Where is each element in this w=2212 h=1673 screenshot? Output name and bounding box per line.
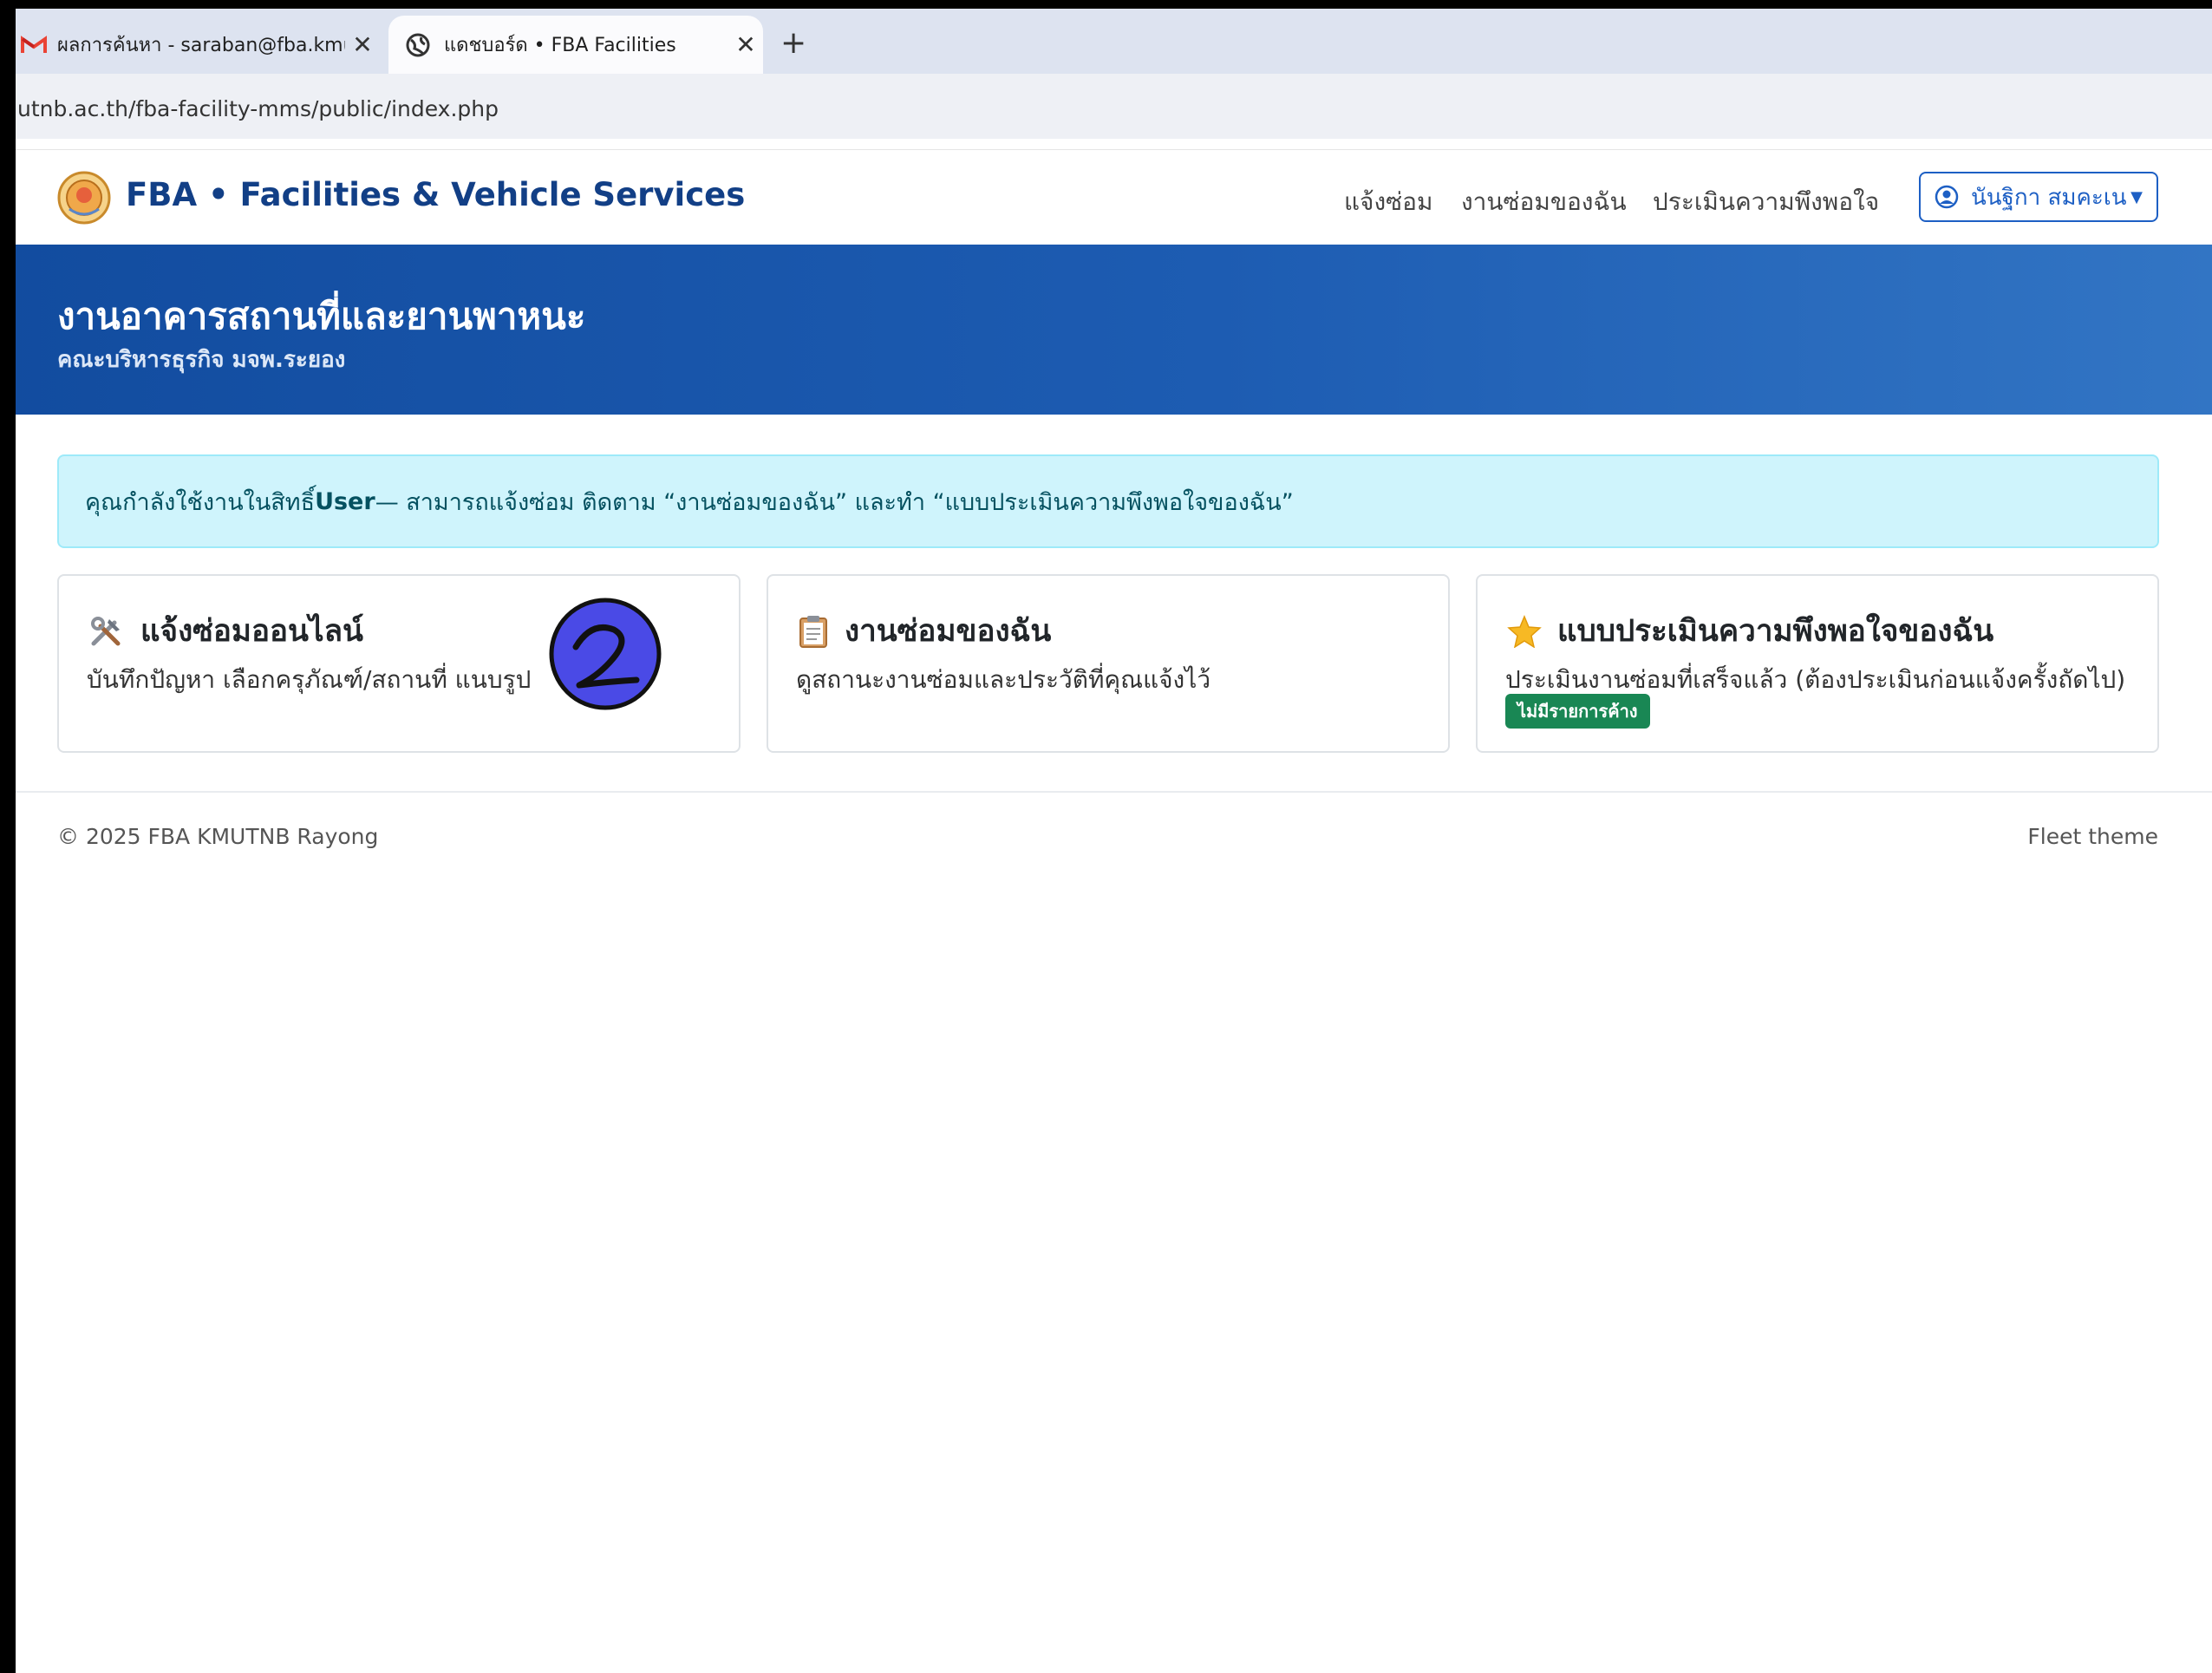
- user-circle-icon: [1935, 185, 1959, 209]
- university-logo-icon: [57, 171, 111, 225]
- card-satisfaction[interactable]: แบบประเมินความพึงพอใจของฉัน ประเมินงานซ่…: [1476, 574, 2159, 753]
- alert-prefix: คุณกำลังใช้งานในสิทธิ์: [85, 488, 316, 516]
- nav-link-report-repair[interactable]: แจ้งซ่อม: [1344, 183, 1432, 221]
- card-my-repairs[interactable]: งานซ่อมของฉัน ดูสถานะงานซ่อมและประวัติที…: [767, 574, 1450, 753]
- close-tab-icon[interactable]: ✕: [345, 30, 380, 59]
- page-subtitle: คณะบริหารธุรกิจ มจพ.ระยอง: [57, 347, 346, 373]
- nav-link-satisfaction[interactable]: ประเมินความพึงพอใจ: [1653, 183, 1879, 221]
- site-navbar: FBA • Facilities & Vehicle Services แจ้ง…: [0, 149, 2212, 245]
- brand-title[interactable]: FBA • Facilities & Vehicle Services: [126, 176, 745, 213]
- screenshot-frame-top: [0, 0, 2212, 9]
- status-badge: ไม่มีรายการค้าง: [1505, 694, 1650, 729]
- user-menu-button[interactable]: นันฐิกา สมคะเน ▼: [1919, 172, 2158, 222]
- card-description: บันทึกปัญหา เลือกครุภัณฑ์/สถานที่ แนบรูป: [87, 665, 532, 694]
- toolbar-separator: [0, 139, 2212, 149]
- globe-icon: [406, 33, 430, 56]
- browser-tab-dashboard[interactable]: แดชบอร์ด • FBA Facilities ✕: [388, 16, 763, 74]
- new-tab-button[interactable]: +: [780, 28, 806, 59]
- tab-title: ผลการค้นหา - saraban@fba.kmu: [57, 35, 345, 56]
- browser-tab-strip: ผลการค้นหา - saraban@fba.kmu ✕ แดชบอร์ด …: [0, 9, 2212, 74]
- card-title-row: งานซ่อมของฉัน: [798, 607, 1051, 655]
- star-icon: [1507, 614, 1542, 648]
- tools-icon: [91, 616, 121, 645]
- clipboard-icon: [799, 615, 827, 648]
- address-bar[interactable]: utnb.ac.th/fba-facility-mms/public/index…: [0, 74, 2212, 139]
- card-title-row: แจ้งซ่อมออนไลน์: [88, 607, 363, 655]
- role-info-alert: คุณกำลังใช้งานในสิทธิ์ User — สามารถแจ้ง…: [57, 454, 2159, 548]
- page-title: งานอาคารสถานที่และยานพาหนะ: [57, 295, 586, 337]
- card-description: ดูสถานะงานซ่อมและประวัติที่คุณแจ้งไว้: [796, 665, 1211, 694]
- tab-title: แดชบอร์ด • FBA Facilities: [444, 35, 676, 56]
- hero-banner: งานอาคารสถานที่และยานพาหนะ คณะบริหารธุรก…: [0, 245, 2212, 415]
- annotation-number-two-icon: [549, 598, 662, 710]
- browser-tab-gmail[interactable]: ผลการค้นหา - saraban@fba.kmu ✕: [16, 16, 380, 74]
- alert-role: User: [315, 487, 375, 515]
- chevron-down-icon: ▼: [2130, 187, 2143, 206]
- card-title-row: แบบประเมินความพึงพอใจของฉัน: [1507, 607, 1993, 655]
- card-title: แจ้งซ่อมออนไลน์: [140, 614, 363, 649]
- card-title: งานซ่อมของฉัน: [845, 614, 1052, 649]
- url-text[interactable]: utnb.ac.th/fba-facility-mms/public/index…: [17, 96, 499, 121]
- alert-suffix: — สามารถแจ้งซ่อม ติดตาม “งานซ่อมของฉัน” …: [375, 488, 1294, 516]
- footer-theme-label: Fleet theme: [2027, 824, 2158, 849]
- nav-link-my-repairs[interactable]: งานซ่อมของฉัน: [1461, 183, 1627, 221]
- footer-divider: [16, 791, 2212, 793]
- close-tab-icon[interactable]: ✕: [728, 30, 763, 59]
- card-title: แบบประเมินความพึงพอใจของฉัน: [1557, 614, 1994, 649]
- footer-copyright: © 2025 FBA KMUTNB Rayong: [57, 824, 379, 849]
- screenshot-frame-left: [0, 0, 16, 1673]
- user-name: นันฐิกา สมคะเน: [1971, 184, 2127, 211]
- gmail-icon: [21, 35, 47, 53]
